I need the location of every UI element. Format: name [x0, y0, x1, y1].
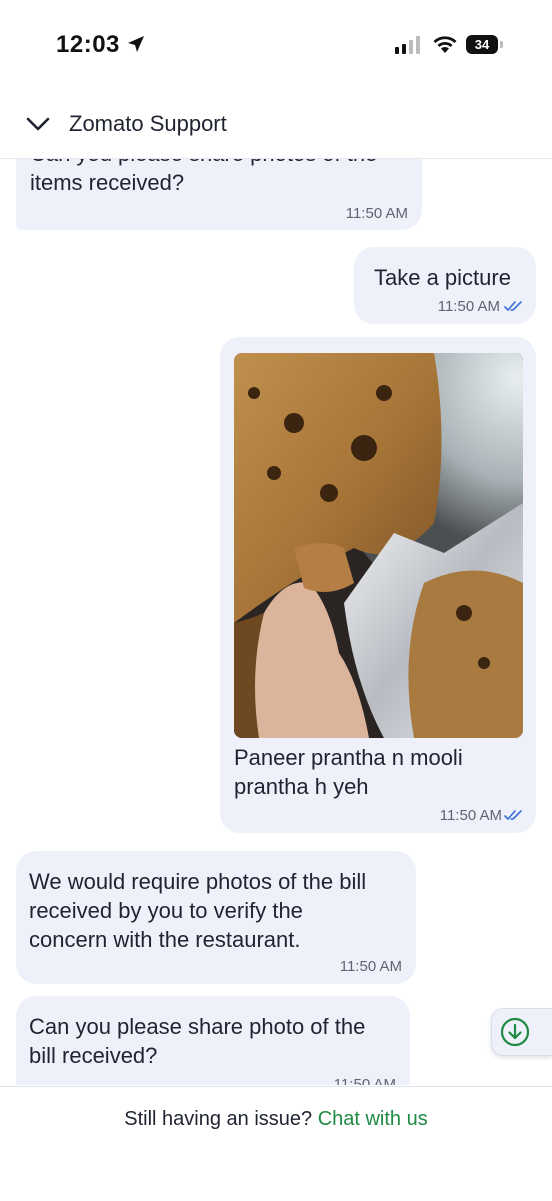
chat-header: Zomato Support — [0, 94, 552, 159]
footer-prompt: Still having an issue? — [124, 1108, 313, 1130]
message-time: 11:50 AM — [339, 958, 402, 975]
message-incoming: We would require photos of the bill rece… — [16, 851, 416, 984]
battery-icon: 34 — [466, 35, 498, 54]
message-text: Take a picture — [374, 265, 511, 290]
message-line: bill received? — [29, 1043, 158, 1068]
message-time: 11:50 AM — [333, 1076, 396, 1085]
battery-cap — [500, 41, 503, 48]
message-incoming: Can you please share photos of the items… — [16, 159, 422, 230]
chat-with-us-link[interactable]: Chat with us — [318, 1108, 428, 1130]
caption-line: prantha h yeh — [234, 774, 369, 799]
battery-level: 34 — [474, 37, 490, 52]
message-time: 11:50 AM — [439, 807, 502, 824]
caption-line: Paneer prantha n mooli — [234, 745, 463, 770]
wifi-icon — [433, 36, 457, 53]
message-incoming: Can you please share photo of the bill r… — [16, 996, 410, 1085]
message-line: Can you please share photo of the — [29, 1014, 366, 1039]
message-outgoing-photo: Paneer prantha n mooli prantha h yeh 11:… — [220, 337, 536, 833]
message-text: Can you please share photo of the bill r… — [29, 1012, 365, 1070]
message-text: We would require photos of the bill rece… — [29, 867, 366, 954]
message-outgoing: Take a picture 11:50 AM — [354, 247, 536, 324]
status-bar: 12:03 34 — [0, 0, 552, 90]
food-photo[interactable] — [234, 353, 523, 738]
cellular-signal-icon — [395, 36, 420, 54]
message-text: Can you please share photos of the items… — [30, 159, 377, 197]
footer-bar: Still having an issue? Chat with us — [0, 1086, 552, 1201]
scroll-to-bottom-button[interactable] — [491, 1008, 552, 1056]
status-time: 12:03 — [56, 31, 120, 58]
chevron-down-icon[interactable] — [26, 114, 50, 134]
page-title: Zomato Support — [69, 111, 227, 136]
photo-caption: Paneer prantha n mooli prantha h yeh — [234, 743, 463, 801]
double-check-icon — [504, 301, 522, 311]
message-line: We would require photos of the bill — [29, 869, 367, 894]
chat-thread[interactable]: Can you please share photos of the items… — [0, 159, 552, 1085]
arrow-down-circle-icon — [500, 1017, 530, 1047]
message-line: received by you to verify the — [29, 898, 303, 923]
message-line: concern with the restaurant. — [29, 927, 301, 952]
message-line: items received? — [30, 170, 185, 195]
double-check-icon — [504, 810, 522, 820]
message-time: 11:50 AM — [345, 205, 408, 222]
message-time: 11:50 AM — [437, 298, 500, 315]
location-arrow-icon — [128, 36, 144, 52]
footer-text: Still having an issue? Chat with us — [0, 1108, 552, 1131]
message-line: Can you please share photos of the — [30, 159, 377, 168]
